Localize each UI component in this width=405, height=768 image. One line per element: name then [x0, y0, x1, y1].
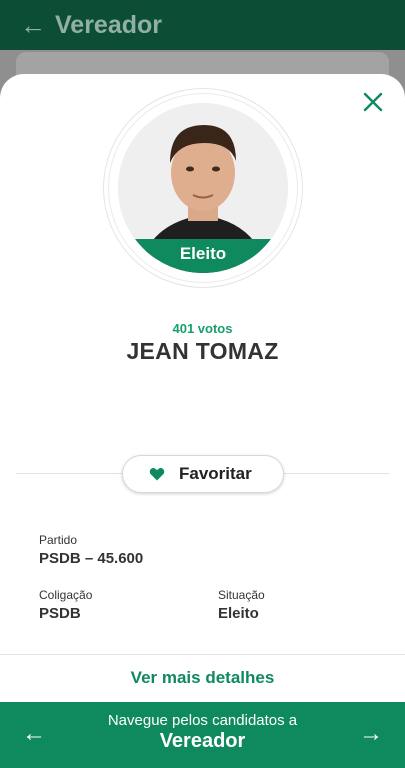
favorite-label: Favoritar — [179, 464, 252, 483]
app-bar: ← Vereador — [0, 0, 405, 50]
votes-count: 401 votos — [172, 321, 233, 336]
coalition-value: PSDB — [39, 605, 81, 622]
navigator-title: Vereador — [159, 730, 246, 752]
more-details-link[interactable]: Ver mais detalhes — [0, 668, 405, 688]
candidate-navigator: ← Navegue pelos candidatos a Vereador → — [0, 702, 405, 768]
divider — [0, 654, 405, 655]
coalition-label: Coligação — [39, 588, 93, 602]
heart-icon — [149, 466, 165, 482]
candidate-sheet: Eleito 401 votos JEAN TOMAZ Favoritar Pa… — [0, 74, 405, 702]
party-value: PSDB – 45.600 — [39, 550, 144, 567]
status-label: Situação — [218, 588, 265, 602]
back-arrow-icon[interactable]: ← — [20, 10, 46, 40]
favorite-button[interactable]: Favoritar — [122, 455, 284, 493]
party-label: Partido — [39, 533, 78, 547]
page-title: Vereador — [55, 11, 163, 39]
status-value: Eleito — [218, 605, 259, 622]
next-candidate-icon[interactable]: → — [359, 720, 383, 748]
candidate-name: JEAN TOMAZ — [126, 338, 279, 364]
navigator-subtitle: Navegue pelos candidatos a — [107, 712, 298, 729]
avatar: Eleito — [118, 103, 288, 273]
elected-badge: Eleito — [118, 239, 288, 273]
close-icon[interactable] — [361, 90, 385, 114]
